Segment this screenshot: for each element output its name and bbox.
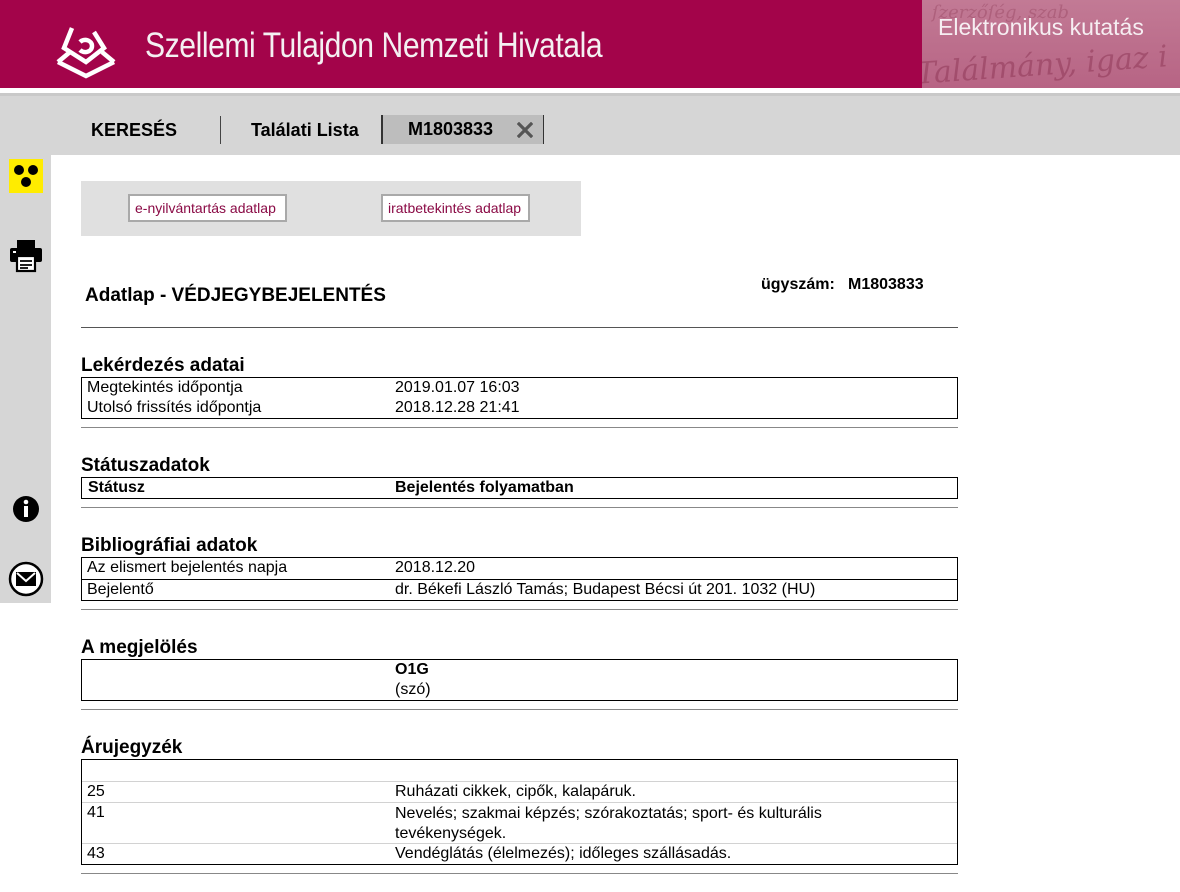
table-row: 41 Nevelés; szakmai képzés; szórakoztatá… <box>82 802 957 843</box>
status-badge: Bejelentés folyamatban <box>395 479 574 496</box>
accessibility-icon[interactable] <box>8 158 44 194</box>
print-icon[interactable] <box>8 237 44 273</box>
left-toolbar <box>0 155 51 603</box>
table-row: 43 Vendéglátás (élelmezés); időleges szá… <box>82 843 957 864</box>
table-row: Státusz Bejelentés folyamatban <box>82 478 957 498</box>
table-row: Bejelentő dr. Békefi László Tamás; Budap… <box>82 579 957 600</box>
row-value: dr. Békefi László Tamás; Budapest Bécsi … <box>395 581 816 598</box>
class-description: Ruházati cikkek, cipők, kalapáruk. <box>395 783 636 800</box>
e-register-datasheet-button[interactable]: e-nyilvántartás adatlap <box>128 194 287 222</box>
table-header-row <box>82 760 957 781</box>
mark-table: O1G (szó) <box>81 659 958 701</box>
section-title-status: Státuszadatok <box>81 455 210 476</box>
row-key: Bejelentő <box>87 581 154 598</box>
case-number-label: ügyszám: <box>761 276 835 293</box>
hipo-logo-icon[interactable] <box>54 18 118 82</box>
datasheet-buttons-panel: e-nyilvántartás adatlap iratbetekintés a… <box>81 181 581 236</box>
class-number: 43 <box>87 845 105 862</box>
case-number-value: M1803833 <box>848 276 924 293</box>
divider <box>81 427 958 428</box>
mark-type: (szó) <box>395 681 431 698</box>
tab-bar: KERESÉS Találati Lista M1803833 <box>0 96 1180 155</box>
document-inspection-datasheet-button[interactable]: iratbetekintés adatlap <box>381 194 530 222</box>
divider <box>81 609 958 610</box>
table-row: 25 Ruházati cikkek, cipők, kalapáruk. <box>82 781 957 802</box>
header-ornament: ſzerzőſég, szab Találmány, igaz i Elektr… <box>922 0 1180 88</box>
row-key: Megtekintés időpontja <box>87 379 243 396</box>
bibliographic-table: Az elismert bejelentés napja 2018.12.20 … <box>81 557 958 601</box>
divider <box>81 507 958 508</box>
tab-search[interactable]: KERESÉS <box>91 116 177 144</box>
tab-result-list[interactable]: Találati Lista <box>251 116 359 144</box>
divider <box>81 873 958 874</box>
divider <box>81 327 958 328</box>
section-title-query: Lekérdezés adatai <box>81 355 245 376</box>
table-row: Utolsó frissítés időpontja 2018.12.28 21… <box>82 398 957 418</box>
class-number: 25 <box>87 783 105 800</box>
row-value: 2019.01.07 16:03 <box>395 379 520 396</box>
header-banner: Szellemi Tulajdon Nemzeti Hivatala ſzerz… <box>0 0 1180 88</box>
close-icon[interactable] <box>517 122 533 138</box>
query-table: Megtekintés időpontja 2019.01.07 16:03 U… <box>81 377 958 419</box>
mail-icon[interactable] <box>8 561 44 597</box>
class-description: Vendéglátás (élelmezés); időleges szállá… <box>395 845 732 862</box>
class-number: 41 <box>87 804 105 821</box>
table-row: Megtekintés időpontja 2019.01.07 16:03 <box>82 378 957 398</box>
tab-record[interactable]: M1803833 <box>381 115 544 144</box>
row-key: Státusz <box>88 479 145 496</box>
goods-table: 25 Ruházati cikkek, cipők, kalapáruk. 41… <box>81 759 958 865</box>
row-key: Utolsó frissítés időpontja <box>87 399 262 416</box>
info-icon[interactable] <box>8 491 44 527</box>
divider <box>81 709 958 710</box>
row-key: Az elismert bejelentés napja <box>87 559 288 576</box>
page-title: Adatlap - VÉDJEGYBEJELENTÉS <box>85 285 386 306</box>
section-title-bibliographic: Bibliográfiai adatok <box>81 535 258 556</box>
section-title-mark: A megjelölés <box>81 637 198 658</box>
mark-name: O1G <box>395 661 429 678</box>
status-table: Státusz Bejelentés folyamatban <box>81 477 958 499</box>
row-value: 2018.12.20 <box>395 559 476 576</box>
tab-record-label: M1803833 <box>408 119 494 139</box>
section-title-goods: Árujegyzék <box>81 737 183 758</box>
table-row: O1G (szó) <box>82 660 957 700</box>
e-research-title: Elektronikus kutatás <box>938 14 1144 40</box>
table-row: Az elismert bejelentés napja 2018.12.20 <box>82 558 957 579</box>
site-title: Szellemi Tulajdon Nemzeti Hivatala <box>145 26 603 65</box>
row-value: 2018.12.28 21:41 <box>395 399 520 416</box>
class-description: Nevelés; szakmai képzés; szórakoztatás; … <box>395 805 822 842</box>
